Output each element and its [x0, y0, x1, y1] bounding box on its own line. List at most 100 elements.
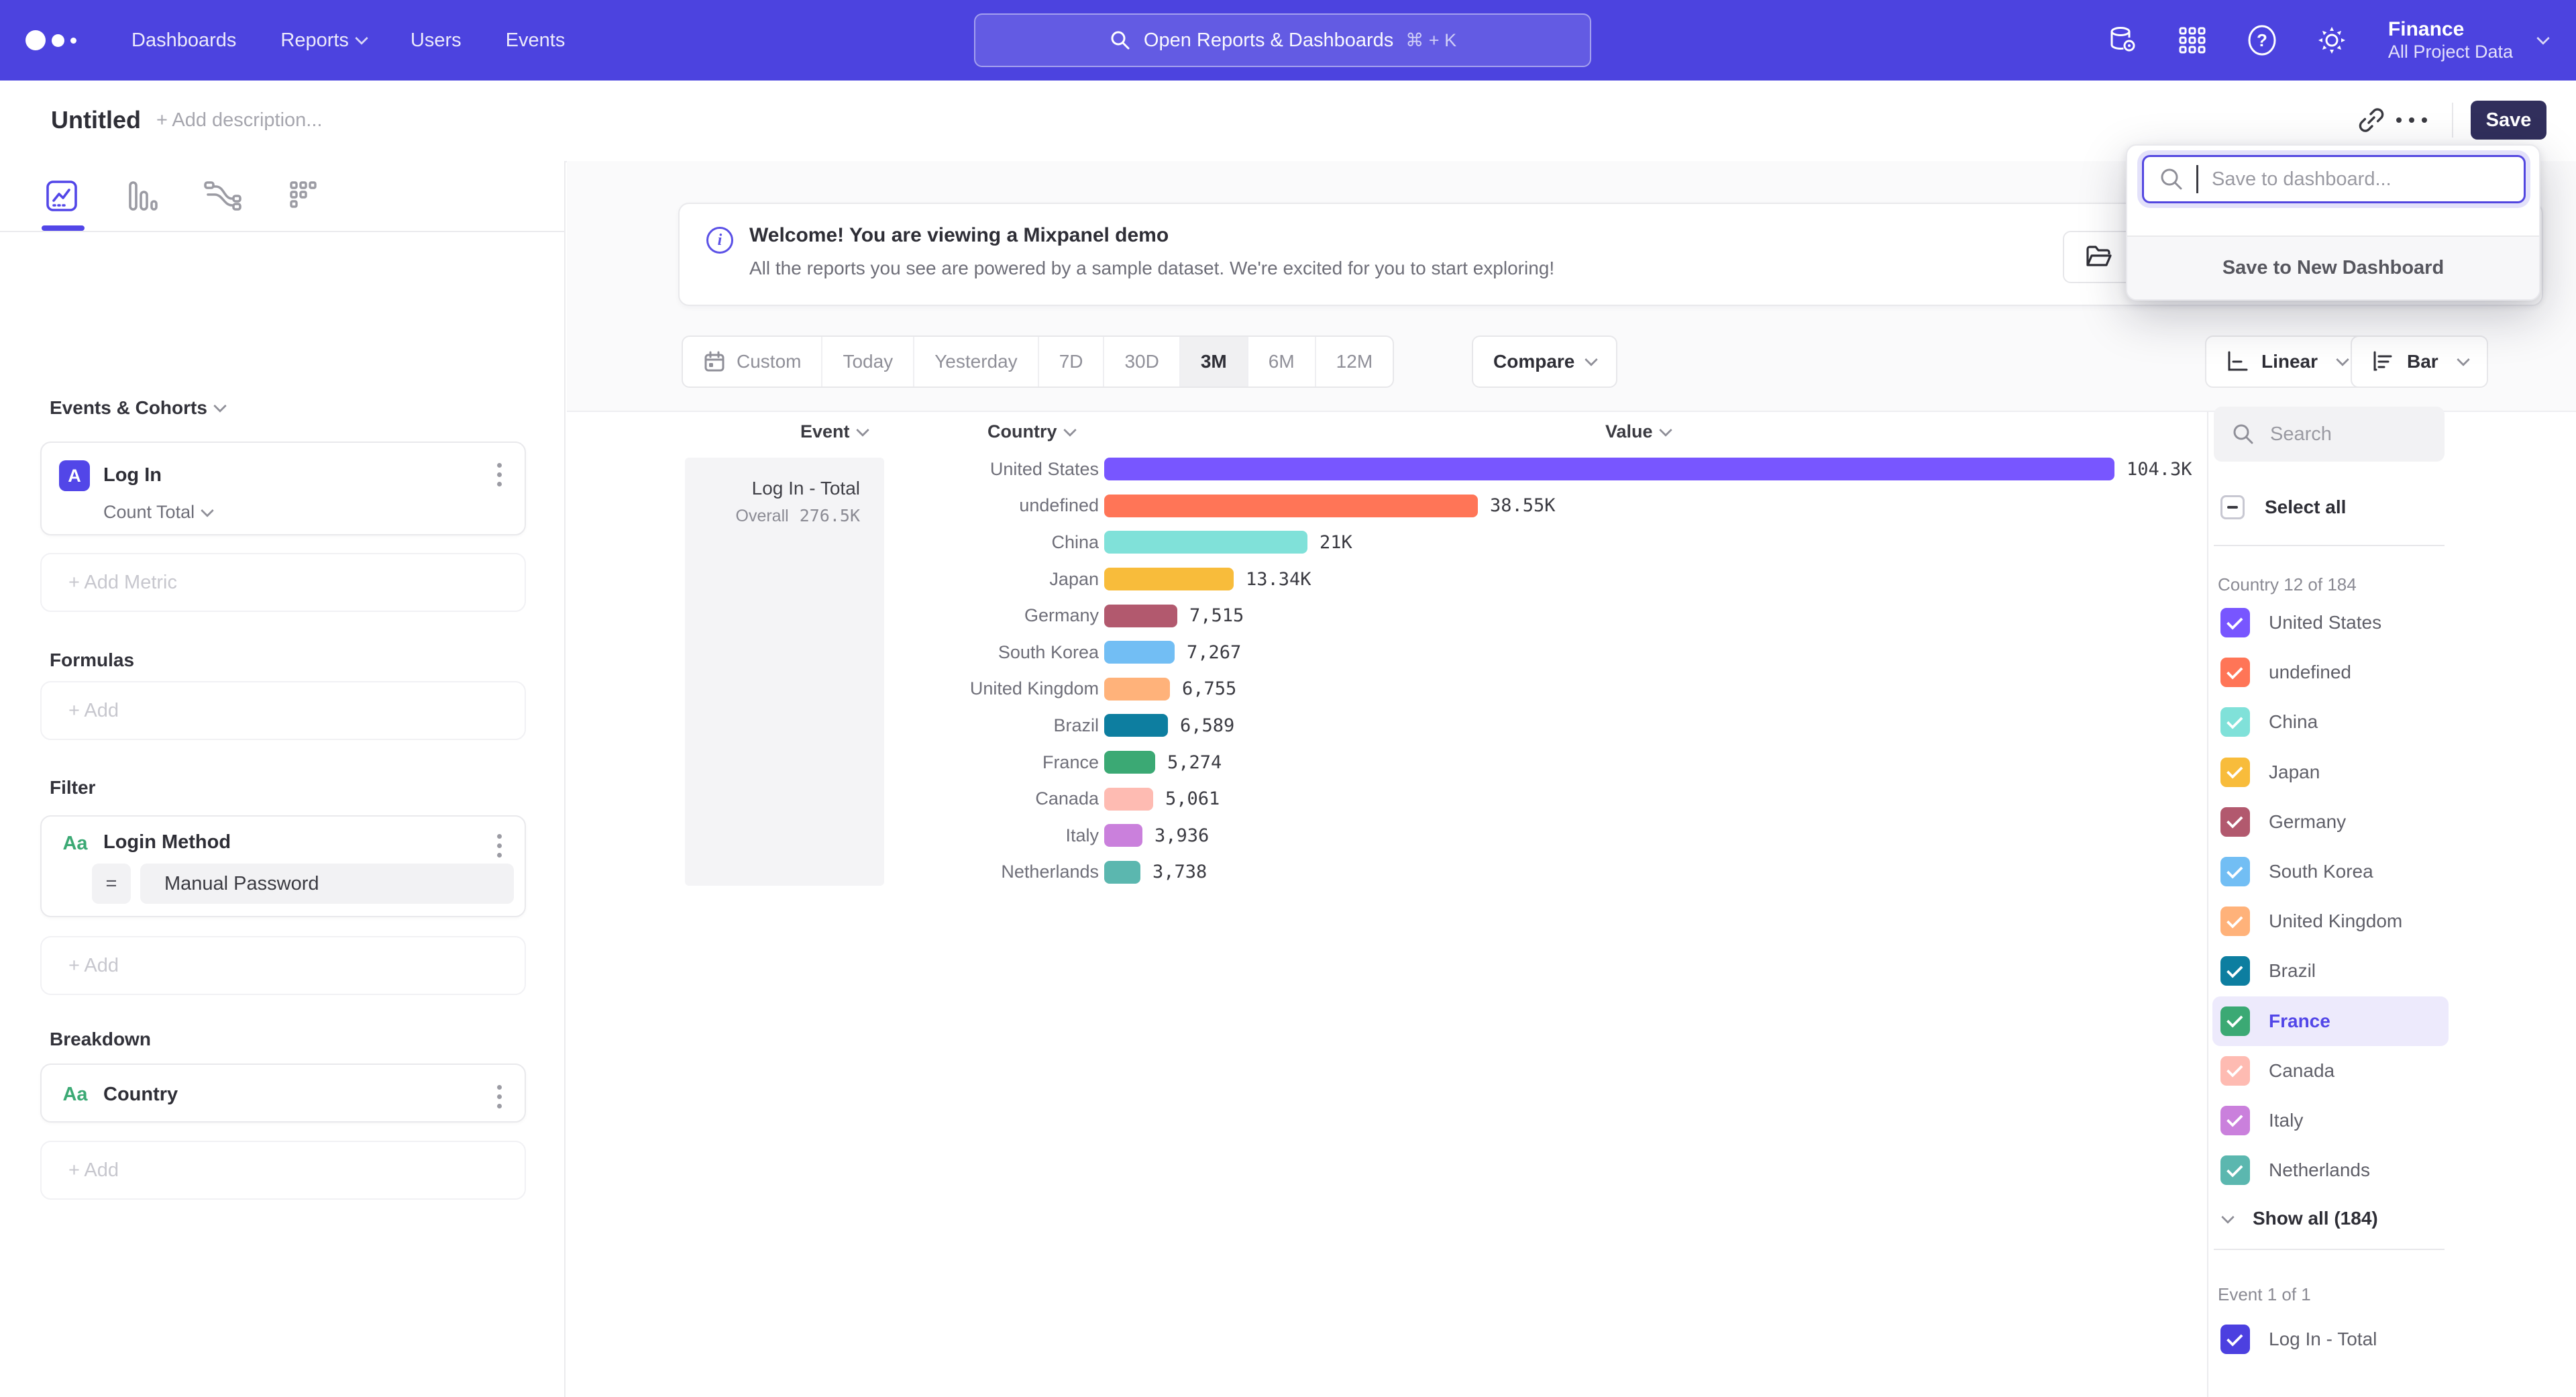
filter-card[interactable]: Aa Login Method = Manual Password: [40, 815, 526, 917]
metric-kebab-icon[interactable]: [493, 459, 506, 490]
tab-funnels[interactable]: [118, 174, 166, 217]
checkbox-checked[interactable]: [2220, 857, 2250, 886]
checkbox-checked[interactable]: [2220, 608, 2250, 637]
column-header-country[interactable]: Country: [987, 421, 1075, 442]
breakdown-property-name[interactable]: Country: [103, 1084, 178, 1106]
events-cohorts-header[interactable]: Events & Cohorts: [50, 397, 225, 419]
bar-segment[interactable]: [1104, 678, 1170, 701]
add-metric-button[interactable]: + Add Metric: [40, 553, 526, 612]
column-header-value[interactable]: Value: [1605, 421, 1670, 442]
range-30d[interactable]: 30D: [1103, 337, 1179, 386]
filter-property-name[interactable]: Login Method: [103, 831, 231, 853]
range-12m[interactable]: 12M: [1315, 337, 1393, 386]
country-option-canada[interactable]: Canada: [2212, 1046, 2449, 1096]
event-group-header: Event 1 of 1: [2218, 1284, 2311, 1305]
country-option-germany[interactable]: Germany: [2212, 797, 2449, 847]
nav-item-dashboards[interactable]: Dashboards: [131, 30, 236, 52]
checkbox-checked[interactable]: [2220, 956, 2250, 986]
bar-segment[interactable]: [1104, 605, 1177, 627]
add-description-button[interactable]: + Add description...: [156, 81, 322, 160]
mixpanel-insights-app: Dashboards Reports Users Events Open Report…: [0, 0, 2576, 1397]
checkbox-checked[interactable]: [2220, 707, 2250, 737]
nav-item-reports[interactable]: Reports: [280, 30, 366, 52]
metric-card[interactable]: A Log In Count Total: [40, 442, 526, 535]
range-yesterday[interactable]: Yesterday: [913, 337, 1038, 386]
bar-segment[interactable]: [1104, 495, 1478, 517]
nav-item-users[interactable]: Users: [411, 30, 462, 52]
chart-row-germany: Germany7,515: [704, 597, 2200, 634]
mixpanel-logo-icon[interactable]: [25, 30, 87, 50]
range-7d[interactable]: 7D: [1038, 337, 1104, 386]
tab-flows[interactable]: [199, 174, 247, 217]
country-option-undefined[interactable]: undefined: [2212, 648, 2449, 697]
scale-selector-button[interactable]: Linear: [2205, 335, 2367, 388]
filter-value[interactable]: Manual Password: [140, 864, 514, 904]
column-header-event[interactable]: Event: [800, 421, 867, 442]
add-breakdown-button[interactable]: + Add: [40, 1141, 526, 1200]
checkbox-checked[interactable]: [2220, 807, 2250, 837]
add-formula-button[interactable]: + Add: [40, 681, 526, 740]
checkbox-indeterminate[interactable]: [2220, 495, 2245, 519]
legend-search-input[interactable]: [2269, 423, 2432, 446]
range-6m[interactable]: 6M: [1247, 337, 1315, 386]
country-option-brazil[interactable]: Brazil: [2212, 946, 2449, 996]
checkbox-checked[interactable]: [2220, 658, 2250, 687]
save-dashboard-search-input[interactable]: Save to dashboard...: [2142, 155, 2526, 203]
country-option-united-states[interactable]: United States: [2212, 598, 2449, 648]
checkbox-checked[interactable]: [2220, 1106, 2250, 1135]
bar-segment[interactable]: [1104, 568, 1234, 590]
project-switcher[interactable]: Finance All Project Data: [2388, 18, 2548, 62]
compare-button[interactable]: Compare: [1472, 335, 1617, 388]
range-today[interactable]: Today: [821, 337, 913, 386]
chart-type-selector-button[interactable]: Bar: [2351, 335, 2488, 388]
save-to-new-dashboard-button[interactable]: Save to New Dashboard: [2127, 236, 2539, 299]
nav-item-events[interactable]: Events: [506, 30, 566, 52]
bar-segment[interactable]: [1104, 714, 1168, 737]
range-custom[interactable]: Custom: [683, 337, 821, 386]
show-all-row[interactable]: Show all (184): [2223, 1208, 2378, 1229]
country-option-italy[interactable]: Italy: [2212, 1096, 2449, 1145]
bar-value-label: 3,936: [1155, 825, 1209, 846]
country-option-south-korea[interactable]: South Korea: [2212, 847, 2449, 896]
global-search-button[interactable]: Open Reports & Dashboards ⌘ + K: [974, 13, 1591, 67]
filter-kebab-icon[interactable]: [493, 830, 506, 862]
tab-insights[interactable]: [38, 174, 86, 217]
bar-segment[interactable]: [1104, 641, 1175, 664]
help-icon[interactable]: ?: [2245, 23, 2279, 58]
checkbox-checked[interactable]: [2220, 1006, 2250, 1036]
country-option-netherlands[interactable]: Netherlands: [2212, 1145, 2449, 1195]
checkbox-checked[interactable]: [2220, 1325, 2250, 1354]
range-3m[interactable]: 3M: [1179, 337, 1247, 386]
add-filter-button[interactable]: + Add: [40, 936, 526, 995]
checkbox-checked[interactable]: [2220, 758, 2250, 787]
event-legend-row[interactable]: Log In - Total: [2220, 1325, 2377, 1354]
metric-aggregation[interactable]: Count Total: [103, 502, 212, 523]
breakdown-kebab-icon[interactable]: [493, 1081, 506, 1113]
bar-segment[interactable]: [1104, 751, 1155, 774]
copy-link-icon[interactable]: [2351, 100, 2392, 140]
filter-operator[interactable]: =: [92, 864, 131, 904]
more-options-icon[interactable]: [2392, 100, 2432, 140]
checkbox-checked[interactable]: [2220, 1056, 2250, 1086]
metric-event-name[interactable]: Log In: [103, 464, 162, 486]
tab-retention[interactable]: [279, 174, 327, 217]
checkbox-checked[interactable]: [2220, 1155, 2250, 1185]
bar-segment[interactable]: [1104, 824, 1142, 847]
country-option-france[interactable]: France: [2212, 996, 2449, 1046]
apps-grid-icon[interactable]: [2175, 23, 2210, 58]
bar-segment[interactable]: [1104, 458, 2114, 480]
report-title[interactable]: Untitled: [51, 81, 141, 160]
bar-segment[interactable]: [1104, 788, 1153, 811]
country-option-china[interactable]: China: [2212, 697, 2449, 747]
select-all-row[interactable]: Select all: [2220, 495, 2346, 519]
bar-segment[interactable]: [1104, 531, 1307, 554]
checkbox-checked[interactable]: [2220, 907, 2250, 936]
country-option-united-kingdom[interactable]: United Kingdom: [2212, 896, 2449, 946]
breakdown-card[interactable]: Aa Country: [40, 1064, 526, 1123]
legend-search-box[interactable]: [2214, 407, 2445, 462]
bar-segment[interactable]: [1104, 861, 1140, 884]
save-button[interactable]: Save: [2471, 101, 2546, 140]
data-management-icon[interactable]: [2105, 23, 2140, 58]
settings-gear-icon[interactable]: [2314, 23, 2349, 58]
country-option-japan[interactable]: Japan: [2212, 747, 2449, 797]
